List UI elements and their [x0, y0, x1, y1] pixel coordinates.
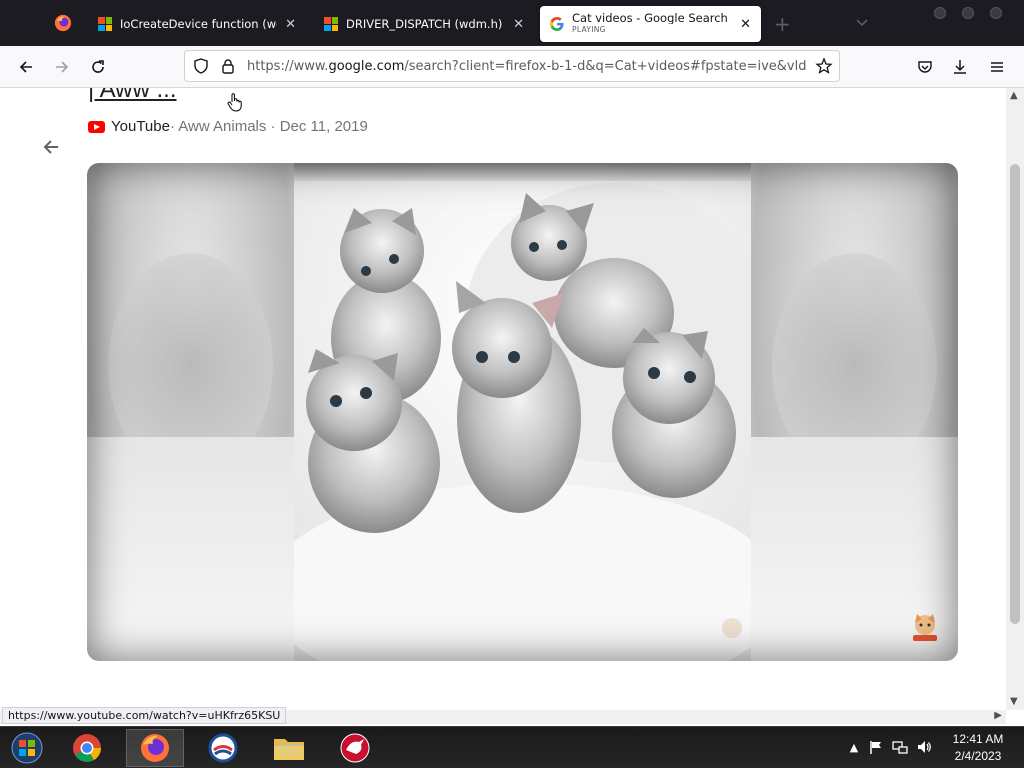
taskbar-file-explorer[interactable]: [260, 729, 318, 767]
video-channel-date: · Aww Animals · Dec 11, 2019: [169, 118, 368, 135]
scrollbar-thumb[interactable]: [1010, 164, 1020, 624]
chevron-down-icon[interactable]: [854, 14, 870, 30]
link-status-url: https://www.youtube.com/watch?v=uHKfrz65…: [2, 707, 287, 724]
vertical-scrollbar[interactable]: ▲ ▼: [1006, 88, 1024, 710]
close-window-button[interactable]: [990, 7, 1002, 19]
scroll-right-icon[interactable]: ▶: [994, 710, 1002, 721]
firefox-icon: [141, 734, 169, 762]
tab-bar: IoCreateDevice function (wdm.h ✕ DRIVER_…: [0, 0, 1024, 46]
downloads-button[interactable]: [948, 55, 972, 79]
arrow-left-icon[interactable]: [40, 136, 62, 158]
taskbar-firefox[interactable]: [126, 729, 184, 767]
new-tab-plus-icon[interactable]: +: [774, 12, 791, 36]
video-blur-left: [87, 163, 294, 661]
microsoft-icon: [324, 17, 338, 31]
url-path: /search?client=firefox-b-1-d&q=Cat+video…: [404, 59, 807, 74]
forward-button[interactable]: [50, 55, 74, 79]
maximize-window-button[interactable]: [962, 7, 974, 19]
shield-icon[interactable]: [193, 58, 209, 74]
show-hidden-icons-icon[interactable]: ▲: [846, 739, 862, 755]
download-icon: [954, 60, 966, 74]
url-text[interactable]: https://www.google.com/search?client=fir…: [247, 59, 807, 74]
video-source[interactable]: YouTube: [111, 118, 170, 135]
chrome-icon: [73, 734, 101, 762]
taskbar-app-red[interactable]: [326, 729, 384, 767]
folder-icon: [274, 739, 304, 760]
google-icon: [550, 17, 564, 31]
url-domain: google.com: [328, 59, 405, 74]
kittens-image: [264, 163, 784, 661]
tab-playing-label: PLAYING: [572, 25, 606, 34]
clock-date: 2/4/2023: [954, 749, 1002, 763]
blue-circle-app-icon: [208, 733, 238, 763]
network-icon[interactable]: [892, 739, 908, 755]
app-menu-button[interactable]: [985, 55, 1009, 79]
volume-icon[interactable]: [916, 739, 932, 755]
close-tab-icon[interactable]: ✕: [285, 17, 296, 32]
tab-iocreatedevice[interactable]: IoCreateDevice function (wdm.h ✕: [88, 6, 306, 42]
reload-button[interactable]: [86, 55, 110, 79]
microsoft-icon: [98, 17, 112, 31]
hamburger-menu-icon: [991, 62, 1003, 72]
video-blur-right: [751, 163, 958, 661]
address-bar[interactable]: https://www.google.com/search?client=fir…: [184, 50, 840, 82]
bookmark-star-icon[interactable]: [815, 57, 833, 75]
red-dragon-app-icon: [340, 733, 370, 763]
navigation-toolbar: https://www.google.com/search?client=fir…: [0, 46, 1024, 88]
scroll-down-icon[interactable]: ▼: [1010, 696, 1018, 707]
arrow-left-icon: [19, 61, 32, 73]
action-center-flag-icon[interactable]: [868, 739, 884, 755]
page-content: | Aww ... YouTube · Aww Animals · Dec 11…: [0, 88, 1006, 710]
lock-icon[interactable]: [220, 58, 236, 74]
windows-taskbar: ▲ 12:41 AM 2/4/2023: [0, 726, 1024, 768]
taskbar-clock[interactable]: 12:41 AM 2/4/2023: [938, 731, 1018, 765]
video-result-meta: YouTube · Aww Animals · Dec 11, 2019: [88, 118, 368, 135]
tab-driver-dispatch[interactable]: DRIVER_DISPATCH (wdm.h) - W ✕: [314, 6, 534, 42]
tab-title: DRIVER_DISPATCH (wdm.h) - W: [346, 17, 505, 31]
scroll-up-icon[interactable]: ▲: [1010, 90, 1018, 101]
pocket-button[interactable]: [913, 55, 937, 79]
video-top-shadow: [294, 163, 751, 181]
youtube-icon: [88, 120, 105, 133]
clock-time: 12:41 AM: [952, 732, 1004, 746]
close-tab-icon[interactable]: ✕: [740, 17, 751, 32]
pocket-icon: [918, 61, 932, 73]
tab-title: Cat videos - Google Search: [572, 12, 728, 24]
close-tab-icon[interactable]: ✕: [513, 17, 524, 32]
taskbar-app-blue-circle[interactable]: [194, 729, 252, 767]
start-button[interactable]: [0, 729, 54, 767]
start-orb-icon: [11, 732, 43, 764]
video-player[interactable]: [87, 163, 958, 661]
channel-watermark-icon: [722, 618, 742, 638]
tab-cat-videos[interactable]: Cat videos - Google Search PLAYING ✕: [540, 6, 761, 42]
taskbar-chrome[interactable]: [58, 729, 116, 767]
channel-logo-icon[interactable]: [907, 609, 943, 645]
video-frame: [264, 163, 784, 661]
reload-icon: [92, 60, 104, 73]
video-result-title[interactable]: | Aww ...: [88, 88, 177, 104]
firefox-icon: [54, 14, 72, 32]
arrow-right-icon: [56, 61, 69, 73]
tab-title: IoCreateDevice function (wdm.h: [120, 17, 277, 31]
back-button[interactable]: [14, 55, 38, 79]
url-prefix: https://www.: [247, 59, 329, 74]
firefox-view-button[interactable]: [48, 8, 78, 38]
hand-cursor-icon: [227, 93, 242, 112]
minimize-window-button[interactable]: [934, 7, 946, 19]
